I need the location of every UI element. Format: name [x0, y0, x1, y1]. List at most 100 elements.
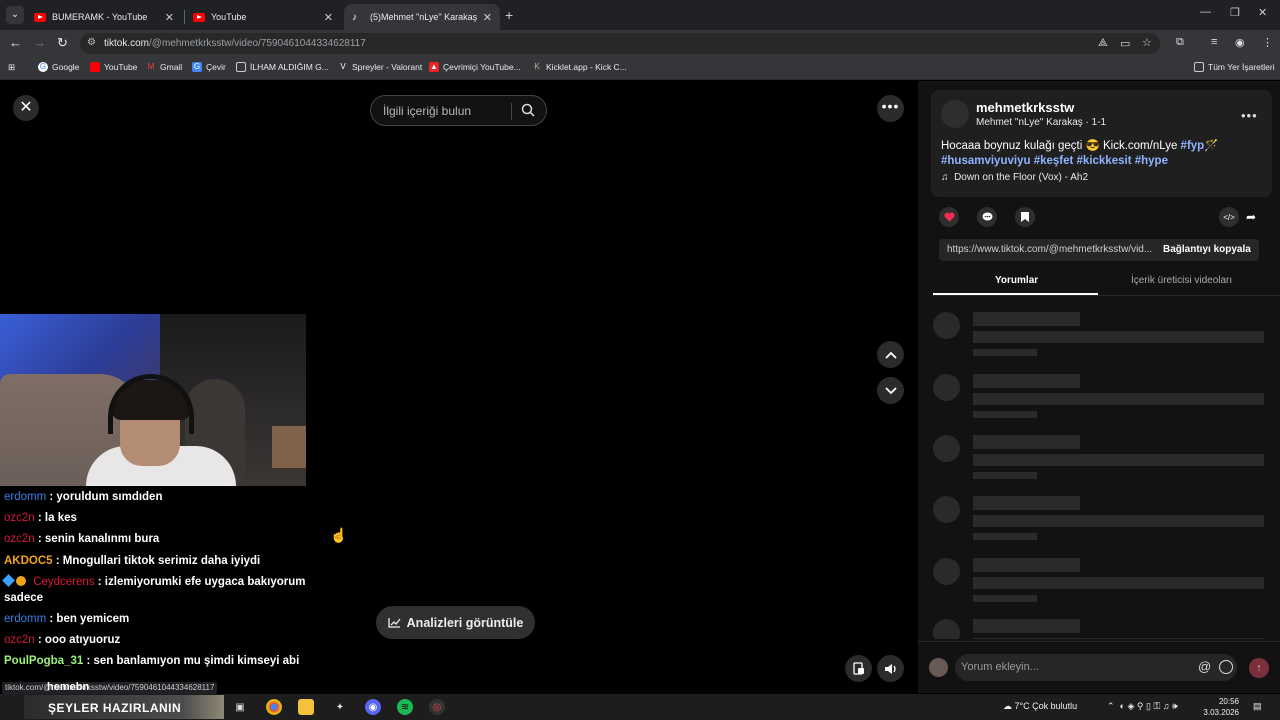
skeleton-line: [973, 533, 1037, 540]
hashtag-link[interactable]: #kickkesit: [1077, 155, 1132, 167]
weather-widget[interactable]: ☁ 7°C Çok bulutlu: [1003, 701, 1077, 712]
spotify-icon[interactable]: ≋: [397, 699, 413, 715]
file-explorer-icon[interactable]: [298, 699, 314, 715]
translate-icon[interactable]: ⟁: [1098, 37, 1108, 50]
arrow-up-icon: ↑: [1256, 662, 1262, 674]
chat-username: Ceydcerens: [33, 575, 95, 588]
creator-username[interactable]: mehmetkrksstw: [976, 100, 1074, 115]
extensions-icon[interactable]: ⧉: [1176, 36, 1184, 49]
bookmark-star-icon[interactable]: ☆: [1142, 36, 1152, 49]
back-icon[interactable]: ←: [9, 35, 22, 50]
bookmark-folder-ilham[interactable]: İLHAM ALDIĞIM G...: [236, 62, 329, 72]
bookmark-label: Spreyler - Valorant: [352, 62, 423, 72]
skeleton-line: [973, 638, 1264, 639]
tab-creator-videos[interactable]: İçerik üreticisi videoları: [1131, 275, 1232, 286]
skeleton-avatar: [933, 496, 960, 523]
chat-message: erdomm : yoruldum sımdıden: [4, 489, 310, 505]
address-bar[interactable]: ⚙ tiktok.com/@mehmetkrksstw/video/759046…: [80, 33, 1160, 54]
tab-search-button[interactable]: ⌄: [6, 6, 24, 24]
volume-button[interactable]: [877, 655, 904, 682]
close-tab-icon[interactable]: ✕: [483, 11, 492, 24]
post-more-icon[interactable]: •••: [1241, 108, 1258, 123]
site-info-icon[interactable]: ⚙: [87, 37, 99, 49]
close-tab-icon[interactable]: ✕: [165, 11, 174, 24]
pip-button[interactable]: [845, 655, 872, 682]
skeleton-avatar: [933, 312, 960, 339]
profile-icon[interactable]: ◉: [1235, 36, 1245, 49]
embed-button[interactable]: </>: [1219, 207, 1239, 227]
like-button[interactable]: [939, 207, 959, 227]
tab-bumeramk[interactable]: BUMERAMK - YouTube ✕: [26, 4, 182, 30]
bookmark-cevir[interactable]: G Çevir: [192, 62, 226, 72]
skeleton-line: [973, 515, 1264, 527]
browser-menu-icon[interactable]: ⋮: [1262, 36, 1273, 49]
close-window-button[interactable]: ✕: [1258, 6, 1267, 19]
bookmark-google[interactable]: G Google: [38, 62, 79, 72]
comment-button[interactable]: [977, 207, 997, 227]
cast-icon[interactable]: ▭: [1120, 37, 1130, 50]
tab-comments[interactable]: Yorumlar: [995, 275, 1038, 286]
bookmark-spreyler[interactable]: V Spreyler - Valorant: [338, 62, 422, 72]
code-icon: </>: [1223, 212, 1235, 222]
forward-icon[interactable]: →: [33, 35, 46, 50]
view-analytics-button[interactable]: Analizleri görüntüle: [376, 606, 535, 639]
user-avatar[interactable]: [929, 658, 948, 677]
creator-subline: Mehmet "nLye" Karakaş · 1-1: [976, 117, 1107, 128]
share-url[interactable]: https://www.tiktok.com/@mehmetkrksstw/vi…: [947, 244, 1157, 255]
new-tab-button[interactable]: +: [505, 7, 513, 23]
task-view-icon[interactable]: ▣: [232, 699, 248, 715]
all-bookmarks[interactable]: Tüm Yer İşaretleri: [1194, 62, 1275, 72]
previous-video-button[interactable]: [877, 341, 904, 368]
creator-avatar[interactable]: [941, 100, 969, 128]
video-player[interactable]: ✕ İlgili içeriği bulun ••• erdomm: yoru…: [0, 81, 918, 693]
post-description: Hocaaa boynuz kulağı geçti 😎 Kick.com/nL…: [941, 139, 1261, 169]
tab-tiktok[interactable]: ♪ (5)Mehmet "nLye" Karakaş (@m ✕: [344, 4, 500, 30]
bookmark-youtube[interactable]: YouTube: [90, 62, 137, 72]
hashtag-link[interactable]: #hype: [1135, 155, 1168, 167]
search-input[interactable]: İlgili içeriği bulun: [370, 95, 547, 126]
reload-icon[interactable]: ↻: [57, 35, 68, 51]
send-comment-button[interactable]: ↑: [1249, 658, 1269, 678]
discord-icon[interactable]: ◉: [365, 699, 381, 715]
apps-grid-icon[interactable]: ⊞: [8, 62, 15, 73]
address-text[interactable]: tiktok.com/@mehmetkrksstw/video/75904610…: [104, 38, 366, 49]
taskbar-media-thumbnail[interactable]: ŞEYLER HAZIRLANIN: [24, 695, 224, 719]
youtube-icon: [34, 12, 46, 22]
address-host: tiktok.com: [104, 38, 150, 49]
minimize-button[interactable]: —: [1200, 6, 1211, 18]
notification-icon[interactable]: ▤: [1253, 701, 1262, 712]
copy-link-button[interactable]: Bağlantıyı kopyala: [1163, 244, 1251, 255]
share-button[interactable]: ➦: [1241, 207, 1261, 227]
more-options-button[interactable]: •••: [877, 95, 904, 122]
chrome-icon[interactable]: [266, 699, 282, 715]
system-clock[interactable]: 20:56 3.03.2026: [1203, 696, 1239, 718]
music-link[interactable]: ♫ Down on the Floor (Vox) - Ah2: [941, 172, 1088, 183]
emoji-icon[interactable]: [1219, 660, 1233, 674]
close-tab-icon[interactable]: ✕: [324, 11, 333, 24]
mention-icon[interactable]: @: [1198, 659, 1211, 674]
tray-icons[interactable]: ⌃ ◐ ◈ ⚲ ▯ ⚿ ♫ 🕪: [1107, 701, 1178, 712]
hashtag-link[interactable]: #husamviyuviyu: [941, 155, 1030, 167]
hashtag-link[interactable]: #fyp🪄: [1181, 140, 1219, 152]
app-icon[interactable]: ✦: [332, 699, 348, 715]
favorite-button[interactable]: [1015, 207, 1035, 227]
bookmark-gmail[interactable]: M Gmail: [146, 62, 183, 72]
tab-youtube[interactable]: YouTube ✕: [185, 4, 341, 30]
screen: ⌄ BUMERAMK - YouTube ✕ YouTube ✕ ♪ (5)Me…: [0, 0, 1280, 720]
search-icon[interactable]: [521, 103, 535, 117]
bookmark-cevrimici[interactable]: ▲ Çevrimiçi YouTube...: [429, 62, 521, 72]
restore-button[interactable]: ❐: [1230, 6, 1240, 19]
browser-tab-bar: ⌄ BUMERAMK - YouTube ✕ YouTube ✕ ♪ (5)Me…: [0, 0, 1280, 30]
comment-input[interactable]: Yorum ekleyin... @: [955, 654, 1237, 681]
close-video-button[interactable]: ✕: [13, 95, 39, 121]
media-control-icon[interactable]: ≡: [1211, 36, 1217, 48]
obs-icon[interactable]: ◎: [429, 699, 445, 715]
tab-title: BUMERAMK - YouTube: [52, 12, 148, 22]
bookmark-kicklet[interactable]: K Kicklet.app - Kick C...: [532, 62, 627, 72]
comment-placeholder: Yorum ekleyin...: [961, 661, 1039, 673]
stream-chat: erdomm : yoruldum sımdıden ozc2n : la ke…: [2, 489, 310, 675]
hashtag-link[interactable]: #keşfet: [1034, 155, 1074, 167]
next-video-button[interactable]: [877, 377, 904, 404]
chat-overlap-text: hemebn: [47, 681, 90, 693]
skeleton-line: [973, 331, 1264, 343]
